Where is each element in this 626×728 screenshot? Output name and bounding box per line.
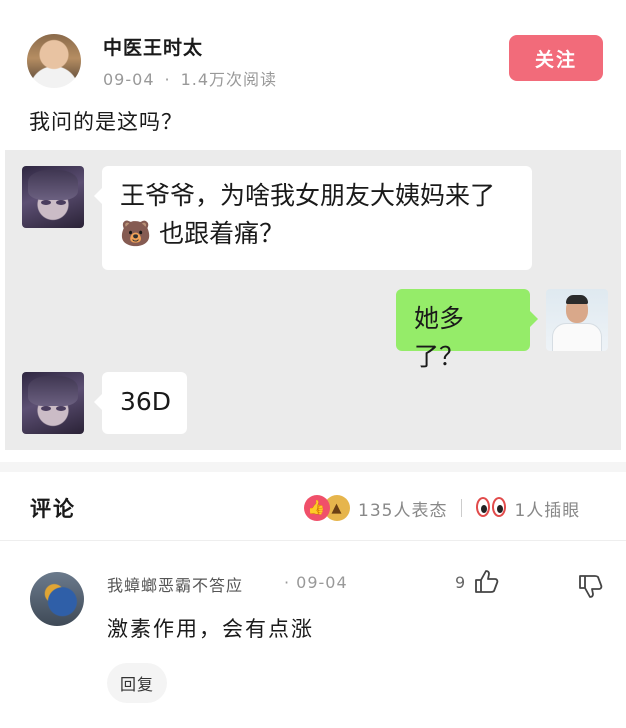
post-meta: 09-04 · 1.4万次阅读 bbox=[103, 66, 277, 90]
comments-divider bbox=[0, 540, 626, 541]
comments-title: 评论 bbox=[30, 497, 76, 521]
reactions-count: 135人表态 bbox=[358, 500, 448, 521]
chat-avatar-left bbox=[22, 372, 84, 434]
chat-screenshot: 王爷爷，为啥我女朋友大姨妈来了 🐻 也跟着痛？ 她多了？ 36D bbox=[5, 150, 621, 450]
post-header: 中医王时太 09-04 · 1.4万次阅读 关注 bbox=[0, 0, 626, 100]
reaction-separator bbox=[461, 499, 463, 517]
commenter-avatar[interactable] bbox=[30, 572, 84, 626]
follow-button[interactable]: 关注 bbox=[509, 35, 603, 81]
thumbs-up-reaction-icon: 👍 bbox=[304, 495, 330, 521]
section-divider bbox=[0, 462, 626, 472]
eyes-count: 1人插眼 bbox=[514, 500, 581, 521]
chat-bubble-right: 她多了？ bbox=[396, 289, 538, 371]
post-date: 09-04 bbox=[103, 70, 155, 89]
reactions-bar[interactable]: 👍 ▲ 135人表态 1人插眼 bbox=[304, 493, 580, 523]
thumbs-down-icon[interactable] bbox=[576, 572, 604, 600]
post-views: 1.4万次阅读 bbox=[180, 70, 278, 89]
author-avatar[interactable] bbox=[27, 34, 81, 88]
chat-message-text: 她多了？ bbox=[414, 304, 465, 371]
chat-avatar-left bbox=[22, 166, 84, 228]
meta-dot: · bbox=[164, 70, 171, 89]
commenter-name[interactable]: 我蟑螂恶霸不答应 bbox=[107, 572, 243, 596]
comment-date: · 09-04 bbox=[284, 573, 348, 592]
chat-message-line: 🐻 也跟着痛？ bbox=[120, 219, 285, 248]
post-text: 我问的是这吗？ bbox=[29, 110, 183, 134]
chat-bubble-left: 王爷爷，为啥我女朋友大姨妈来了 🐻 也跟着痛？ bbox=[94, 166, 532, 270]
chat-bubble-left: 36D bbox=[94, 372, 187, 434]
comment-text: 激素作用，会有点涨 bbox=[107, 617, 314, 641]
chat-message-text: 36D bbox=[120, 387, 172, 416]
eyes-icon bbox=[476, 497, 508, 519]
comment-like-count: 9 bbox=[455, 573, 466, 592]
chat-avatar-right bbox=[546, 289, 608, 351]
reply-button[interactable]: 回复 bbox=[107, 663, 167, 703]
author-name[interactable]: 中医王时太 bbox=[103, 33, 203, 60]
chat-message-line: 王爷爷，为啥我女朋友大姨妈来了 bbox=[120, 181, 496, 210]
thumbs-up-icon[interactable] bbox=[472, 568, 500, 596]
